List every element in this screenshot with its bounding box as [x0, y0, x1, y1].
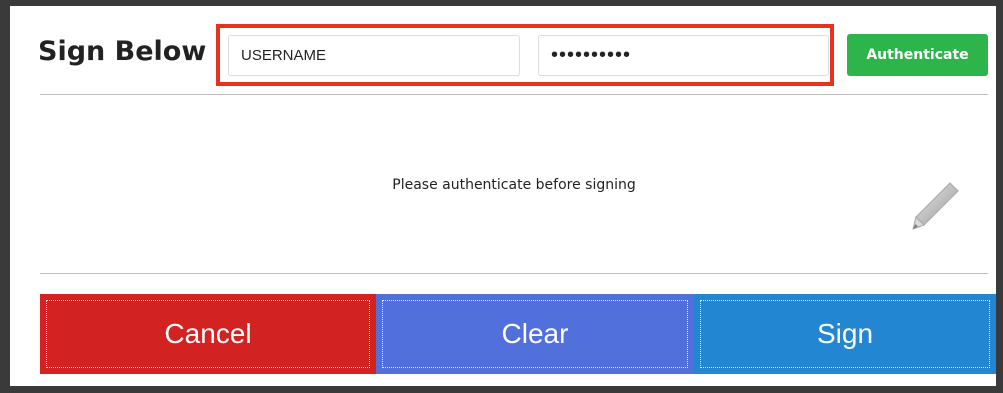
signature-dialog: Sign Below Authenticate Please authentic… — [10, 6, 996, 386]
authenticate-button[interactable]: Authenticate — [847, 34, 988, 76]
username-input[interactable] — [228, 35, 520, 76]
clear-label: Clear — [382, 300, 688, 368]
cancel-button[interactable]: Cancel — [40, 294, 376, 374]
action-bar: Cancel Clear Sign — [40, 294, 996, 374]
password-input[interactable] — [538, 35, 829, 76]
signature-message: Please authenticate before signing — [392, 177, 636, 193]
pencil-icon — [912, 182, 959, 230]
cancel-label: Cancel — [46, 300, 370, 368]
sign-label: Sign — [700, 300, 990, 368]
footer-divider — [40, 273, 988, 274]
sign-button[interactable]: Sign — [694, 294, 996, 374]
signature-pad[interactable]: Please authenticate before signing — [40, 95, 988, 273]
clear-button[interactable]: Clear — [376, 294, 694, 374]
dialog-title: Sign Below — [38, 36, 207, 67]
